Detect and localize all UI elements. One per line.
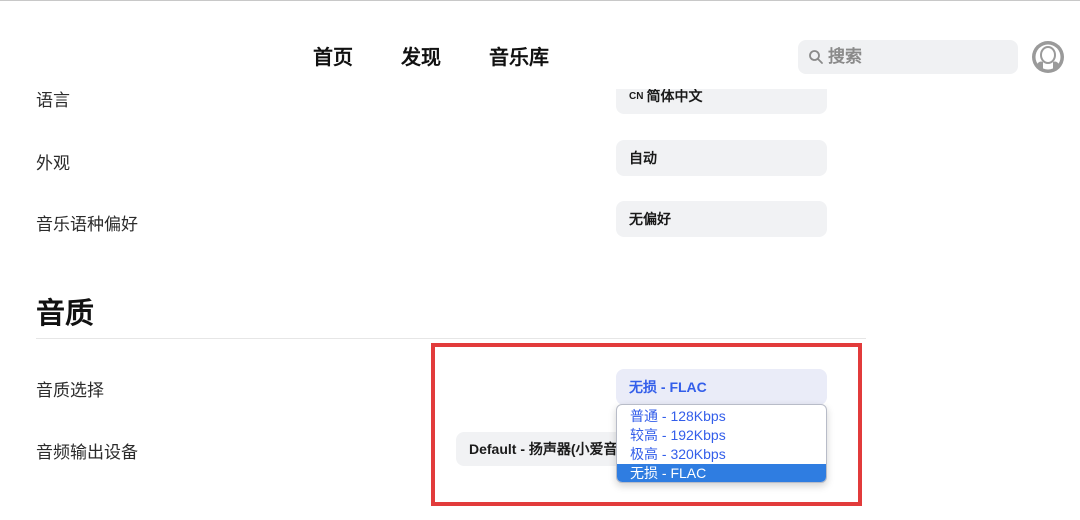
language-badge: CN	[629, 90, 644, 102]
appearance-value: 自动	[629, 150, 657, 166]
nav-discover-label[interactable]: 发现	[401, 42, 441, 74]
section-divider	[36, 338, 866, 339]
music-language-label: 音乐语种偏好	[36, 215, 138, 234]
music-language-select[interactable]: 无偏好	[616, 201, 827, 237]
search-input-field[interactable]	[828, 47, 998, 67]
output-device-label: 音频输出设备	[36, 443, 138, 462]
music-language-value: 无偏好	[629, 211, 671, 227]
search-box-overlay[interactable]	[798, 40, 1018, 74]
search-icon	[809, 50, 823, 64]
appearance-label: 外观	[36, 154, 70, 173]
quality-section-title: 音质	[36, 298, 95, 330]
language-value: 简体中文	[646, 88, 703, 104]
quality-label: 音质选择	[36, 381, 104, 400]
appearance-select[interactable]: 自动	[616, 140, 827, 176]
language-label: 语言	[36, 91, 70, 110]
nav-home-label[interactable]: 首页	[313, 42, 353, 74]
user-avatar-icon[interactable]	[1031, 40, 1065, 74]
highlight-box	[431, 343, 862, 506]
nav-library-label[interactable]: 音乐库	[489, 42, 549, 74]
